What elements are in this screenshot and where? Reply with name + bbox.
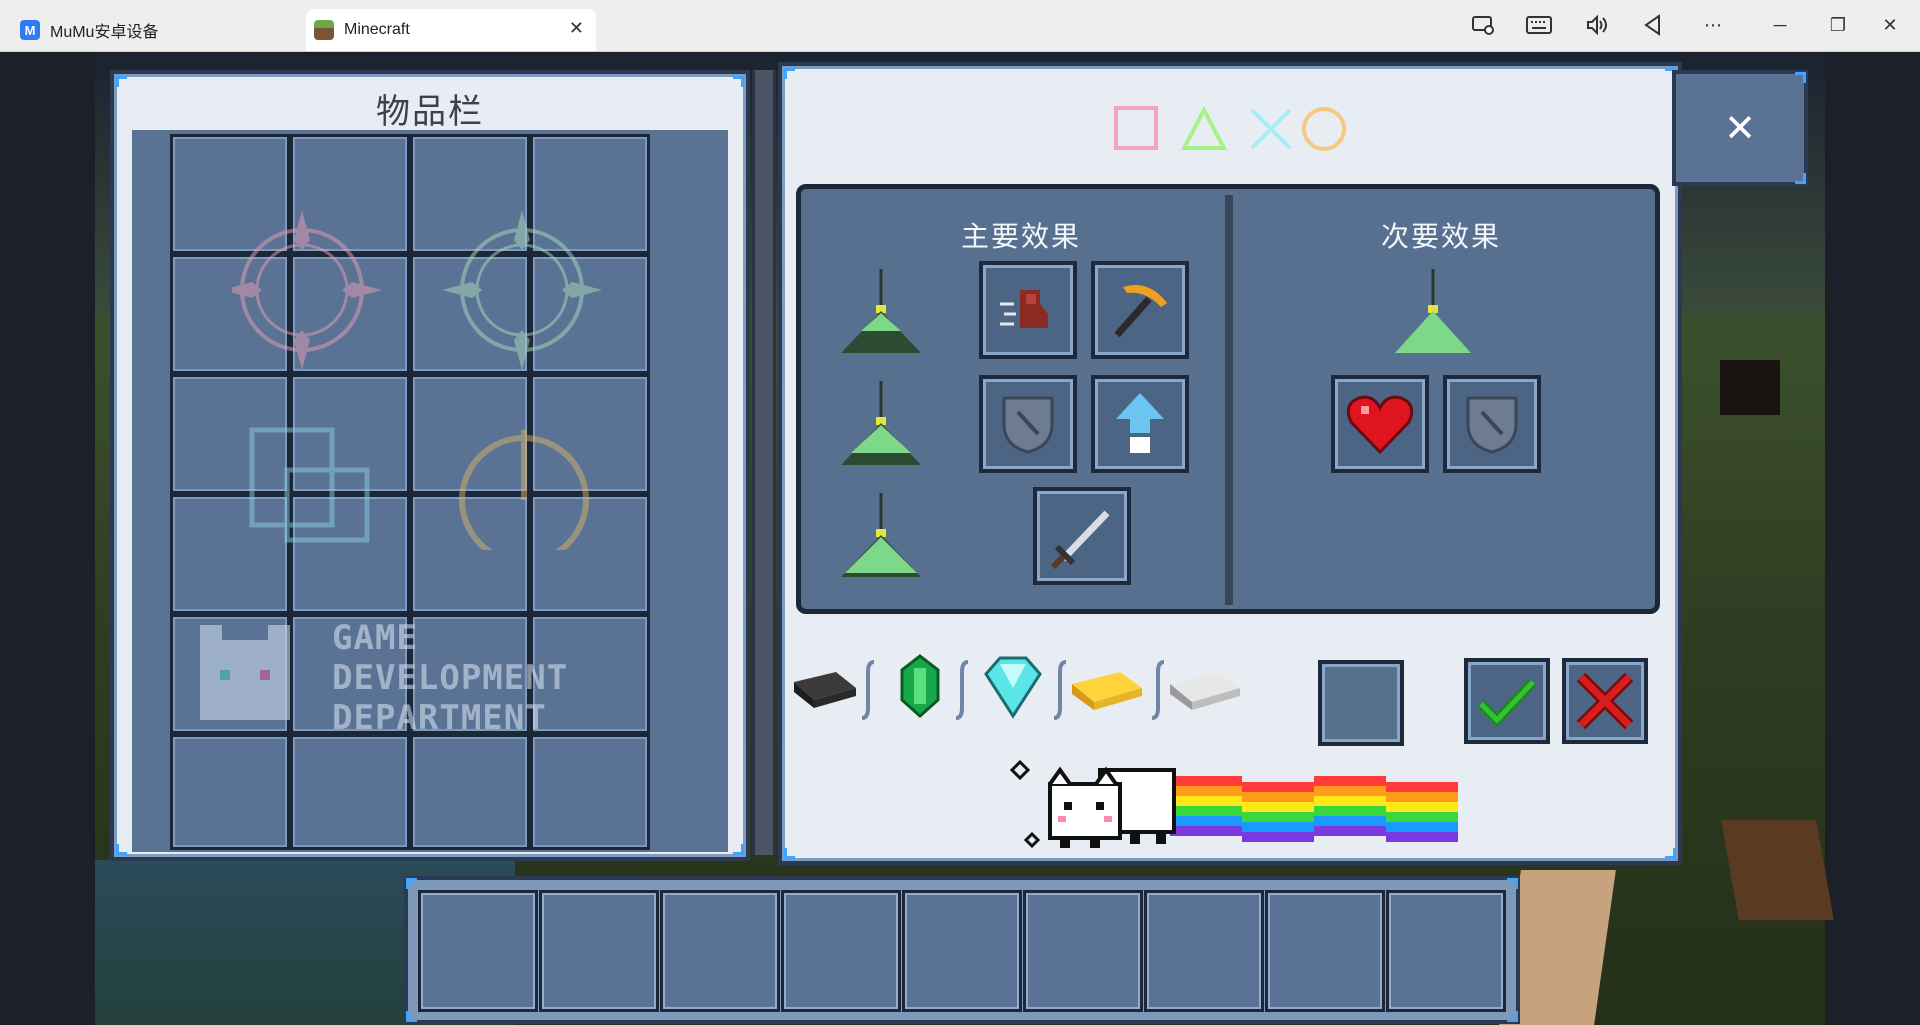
effect-resistance-button[interactable] [979, 375, 1077, 473]
iron-ingot-icon [1170, 672, 1240, 710]
inventory-slot[interactable] [530, 734, 650, 850]
tab-minecraft[interactable]: Minecraft ✕ [306, 9, 596, 51]
secondary-effects-title: 次要效果 [1381, 221, 1502, 252]
effect-resistance-secondary-button[interactable] [1443, 375, 1541, 473]
panel-corner [1795, 173, 1806, 184]
tab-label: MuMu安卓设备 [50, 24, 159, 41]
inventory-slot[interactable] [170, 734, 290, 850]
hotbar-slot[interactable] [1023, 890, 1143, 1012]
mumu-logo-icon: M [20, 20, 40, 40]
inventory-grid: GAME DEVELOPMENT DEPARTMENT [132, 130, 728, 852]
emulator-margin-left [0, 52, 95, 1025]
inventory-title: 物品栏 [376, 93, 484, 131]
payment-slot[interactable] [1318, 660, 1404, 746]
effect-speed-button[interactable] [979, 261, 1077, 359]
panel-corner [784, 848, 795, 859]
panel-corner [733, 76, 744, 87]
watermark-line: DEPARTMENT [332, 698, 547, 738]
back-icon[interactable] [1638, 12, 1668, 38]
regeneration-icon [1346, 395, 1414, 455]
tab-label: Minecraft [344, 21, 410, 38]
beacon-tier-1-icon [841, 269, 921, 353]
resistance-icon [1002, 396, 1054, 454]
beacon-tier-2-icon [841, 381, 921, 465]
emulator-margin-right [1825, 52, 1920, 1025]
effects-box: 主要效果 次要效果 [796, 184, 1660, 614]
confirm-check-icon [1477, 678, 1537, 726]
hotbar-slot[interactable] [1386, 890, 1506, 1012]
volume-icon[interactable] [1582, 12, 1612, 38]
window-titlebar: M MuMu安卓设备 Minecraft ✕ ⋯ ─ ❐ ✕ [0, 0, 1920, 52]
nyan-cat-icon [1009, 759, 1458, 849]
hotbar-slot[interactable] [1265, 890, 1385, 1012]
hotbar-slot[interactable] [781, 890, 901, 1012]
confirm-button[interactable] [1464, 658, 1550, 744]
netherite-ingot-icon [794, 672, 856, 708]
emerald-icon [900, 654, 940, 719]
panel-corner [1665, 848, 1676, 859]
haste-icon [1114, 285, 1167, 338]
panel-corner [1795, 72, 1806, 83]
panel-corner [733, 844, 744, 855]
gold-ingot-icon [1072, 672, 1142, 710]
minimize-icon[interactable]: ─ [1765, 12, 1795, 38]
watermark-line: DEVELOPMENT [332, 658, 569, 698]
effect-haste-button[interactable] [1091, 261, 1189, 359]
primary-effects-title: 主要效果 [961, 221, 1082, 252]
more-icon[interactable]: ⋯ [1698, 12, 1728, 38]
panel-corner [406, 878, 417, 889]
beacon-panel: 主要效果 次要效果 [778, 62, 1682, 865]
minecraft-grass-block-icon [314, 20, 334, 40]
game-wood-block [1721, 820, 1834, 920]
effect-regeneration-button[interactable] [1331, 375, 1429, 473]
inventory-watermark-graphics [232, 210, 602, 550]
panel-corner [784, 68, 795, 79]
diamond-icon [984, 656, 1042, 719]
effect-jump-boost-button[interactable] [1091, 375, 1189, 473]
panel-corner [406, 1011, 417, 1022]
beacon-tier-3-icon [841, 493, 921, 577]
hotbar-slot[interactable] [1144, 890, 1264, 1012]
panel-corner [1507, 878, 1518, 889]
hotbar-slot[interactable] [539, 890, 659, 1012]
effects-divider [1225, 195, 1233, 605]
close-icon[interactable]: ✕ [1875, 12, 1905, 38]
effect-strength-button[interactable] [1033, 487, 1131, 585]
hotbar-slot[interactable] [418, 890, 538, 1012]
payment-items [794, 654, 1240, 720]
panel-splitter[interactable] [752, 70, 776, 855]
cancel-button[interactable] [1562, 658, 1648, 744]
hotbar [404, 876, 1520, 1024]
speed-icon [1000, 290, 1048, 328]
tab-close-icon[interactable]: ✕ [569, 18, 584, 39]
tab-mumu-device[interactable]: M MuMu安卓设备 [12, 9, 302, 51]
strength-icon [1050, 510, 1110, 570]
beacon-tier-4-icon [1395, 269, 1471, 353]
close-panel: ✕ [1672, 70, 1808, 186]
panel-corner [116, 844, 127, 855]
cat-watermark-icon [200, 625, 290, 720]
hotbar-slot[interactable] [902, 890, 1022, 1012]
cancel-x-icon [1576, 672, 1634, 730]
inventory-slot[interactable] [410, 734, 530, 850]
hotbar-slot[interactable] [660, 890, 780, 1012]
game-horse [1720, 360, 1780, 415]
controller-shapes-icon [1114, 105, 1346, 151]
panel-corner [1507, 1011, 1518, 1022]
watermark-line: GAME [332, 618, 418, 658]
resistance-icon [1466, 396, 1518, 454]
restore-icon[interactable]: ❐ [1823, 12, 1853, 38]
inventory-slot[interactable] [290, 734, 410, 850]
inventory-panel: 物品栏 GAME DEVELOPMENT DEPARTMENT [110, 70, 750, 861]
keyboard-icon[interactable] [1524, 12, 1554, 38]
screen-record-icon[interactable] [1468, 12, 1498, 38]
jump-boost-icon [1116, 393, 1164, 453]
close-ui-button[interactable]: ✕ [1676, 74, 1804, 182]
panel-corner [116, 76, 127, 87]
